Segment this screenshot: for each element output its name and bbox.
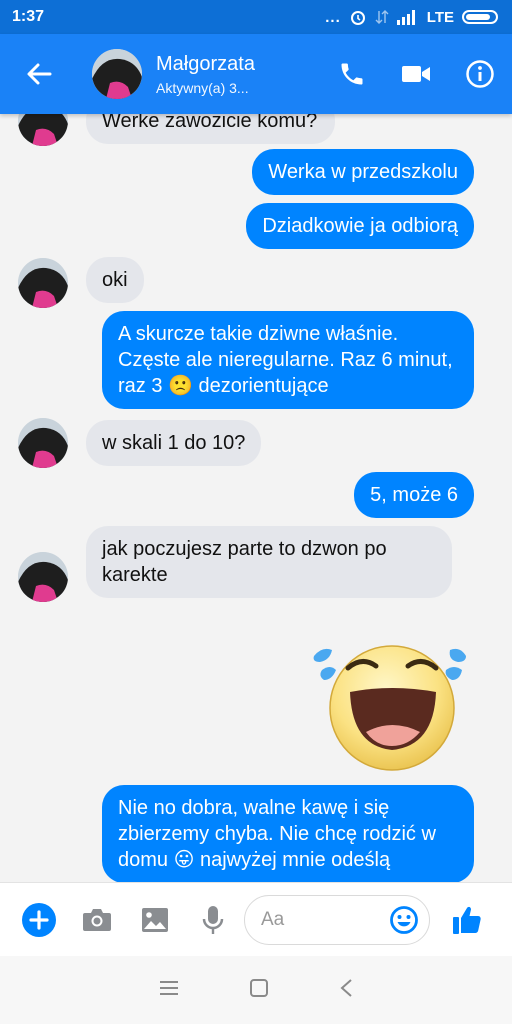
battery-icon: [462, 10, 498, 24]
home-square-icon: [250, 978, 268, 997]
avatar-photo: [18, 552, 68, 602]
avatar-photo: [18, 114, 68, 146]
plus-icon: [22, 902, 56, 937]
info-button[interactable]: [448, 34, 512, 114]
status-icons: ... LTE: [325, 8, 498, 26]
message-bubble-outgoing[interactable]: 5, może 6: [354, 472, 474, 518]
emoji-button[interactable]: [389, 905, 419, 941]
camera-icon: [83, 908, 111, 931]
message-bubble-incoming[interactable]: Werke zawozicie komu?: [86, 114, 336, 144]
data-arrows-icon: [375, 10, 389, 24]
contact-avatar-small[interactable]: [18, 114, 68, 146]
home-button[interactable]: [249, 978, 269, 1003]
phone-icon: [341, 63, 363, 85]
system-navigation-bar: [0, 956, 512, 1024]
avatar-photo: [18, 418, 68, 468]
microphone-icon: [202, 905, 224, 934]
contact-name: Małgorzata: [156, 53, 255, 75]
conversation-header: Małgorzata Aktywny(a) 3...: [0, 34, 512, 114]
message-bubble-incoming[interactable]: w skali 1 do 10?: [86, 420, 262, 466]
system-back-button[interactable]: [339, 978, 353, 1003]
message-input[interactable]: Aa: [244, 894, 430, 945]
laughing-face-icon: [313, 645, 466, 771]
voice-message-button[interactable]: [184, 883, 242, 957]
menu-icon: [160, 980, 178, 995]
more-actions-button[interactable]: [10, 883, 68, 957]
like-button[interactable]: [438, 883, 496, 957]
contact-avatar-small[interactable]: [18, 418, 68, 468]
message-bubble-outgoing[interactable]: A skurcze takie dziwne właśnie. Częste a…: [102, 311, 474, 409]
message-bubble-outgoing[interactable]: Werka w przedszkolu: [252, 149, 474, 195]
emoji-icon: [390, 905, 418, 934]
camera-button[interactable]: [68, 883, 126, 957]
network-type: LTE: [426, 8, 454, 26]
contact-status: Aktywny(a) 3...: [156, 80, 249, 96]
contact-avatar[interactable]: [92, 49, 142, 99]
status-bar: 1:37 ... LTE: [0, 0, 512, 34]
info-icon: [466, 60, 494, 88]
back-arrow-icon: [27, 63, 52, 85]
video-camera-icon: [402, 66, 430, 82]
alarm-clock-icon: [350, 11, 365, 25]
message-bubble-incoming[interactable]: jak poczujesz parte to dzwon po karekte: [86, 526, 452, 598]
contact-avatar-small[interactable]: [18, 258, 68, 308]
gallery-button[interactable]: [126, 883, 184, 957]
call-button[interactable]: [320, 34, 384, 114]
video-call-button[interactable]: [384, 34, 448, 114]
back-triangle-icon: [340, 978, 352, 997]
status-dots: ...: [325, 8, 341, 26]
message-input-placeholder: Aa: [261, 908, 285, 930]
thumbs-up-icon: [453, 906, 481, 934]
signal-icon: [396, 10, 415, 25]
image-icon: [142, 907, 168, 932]
status-time: 1:37: [12, 8, 45, 25]
back-button[interactable]: [10, 34, 68, 114]
contact-info[interactable]: Małgorzata Aktywny(a) 3...: [156, 52, 320, 96]
avatar-photo: [18, 258, 68, 308]
menu-button[interactable]: [159, 980, 179, 1001]
laughing-emoji-sticker[interactable]: [300, 626, 480, 772]
message-composer: Aa: [0, 882, 512, 956]
message-bubble-incoming[interactable]: oki: [86, 257, 144, 303]
avatar-photo: [92, 49, 142, 99]
message-bubble-outgoing[interactable]: Dziadkowie ja odbiorą: [246, 203, 474, 249]
message-bubble-outgoing[interactable]: Nie no dobra, walne kawę i się zbierzemy…: [102, 785, 474, 882]
message-list[interactable]: Werke zawozicie komu? Werka w przedszkol…: [0, 114, 512, 882]
contact-avatar-small[interactable]: [18, 552, 68, 602]
